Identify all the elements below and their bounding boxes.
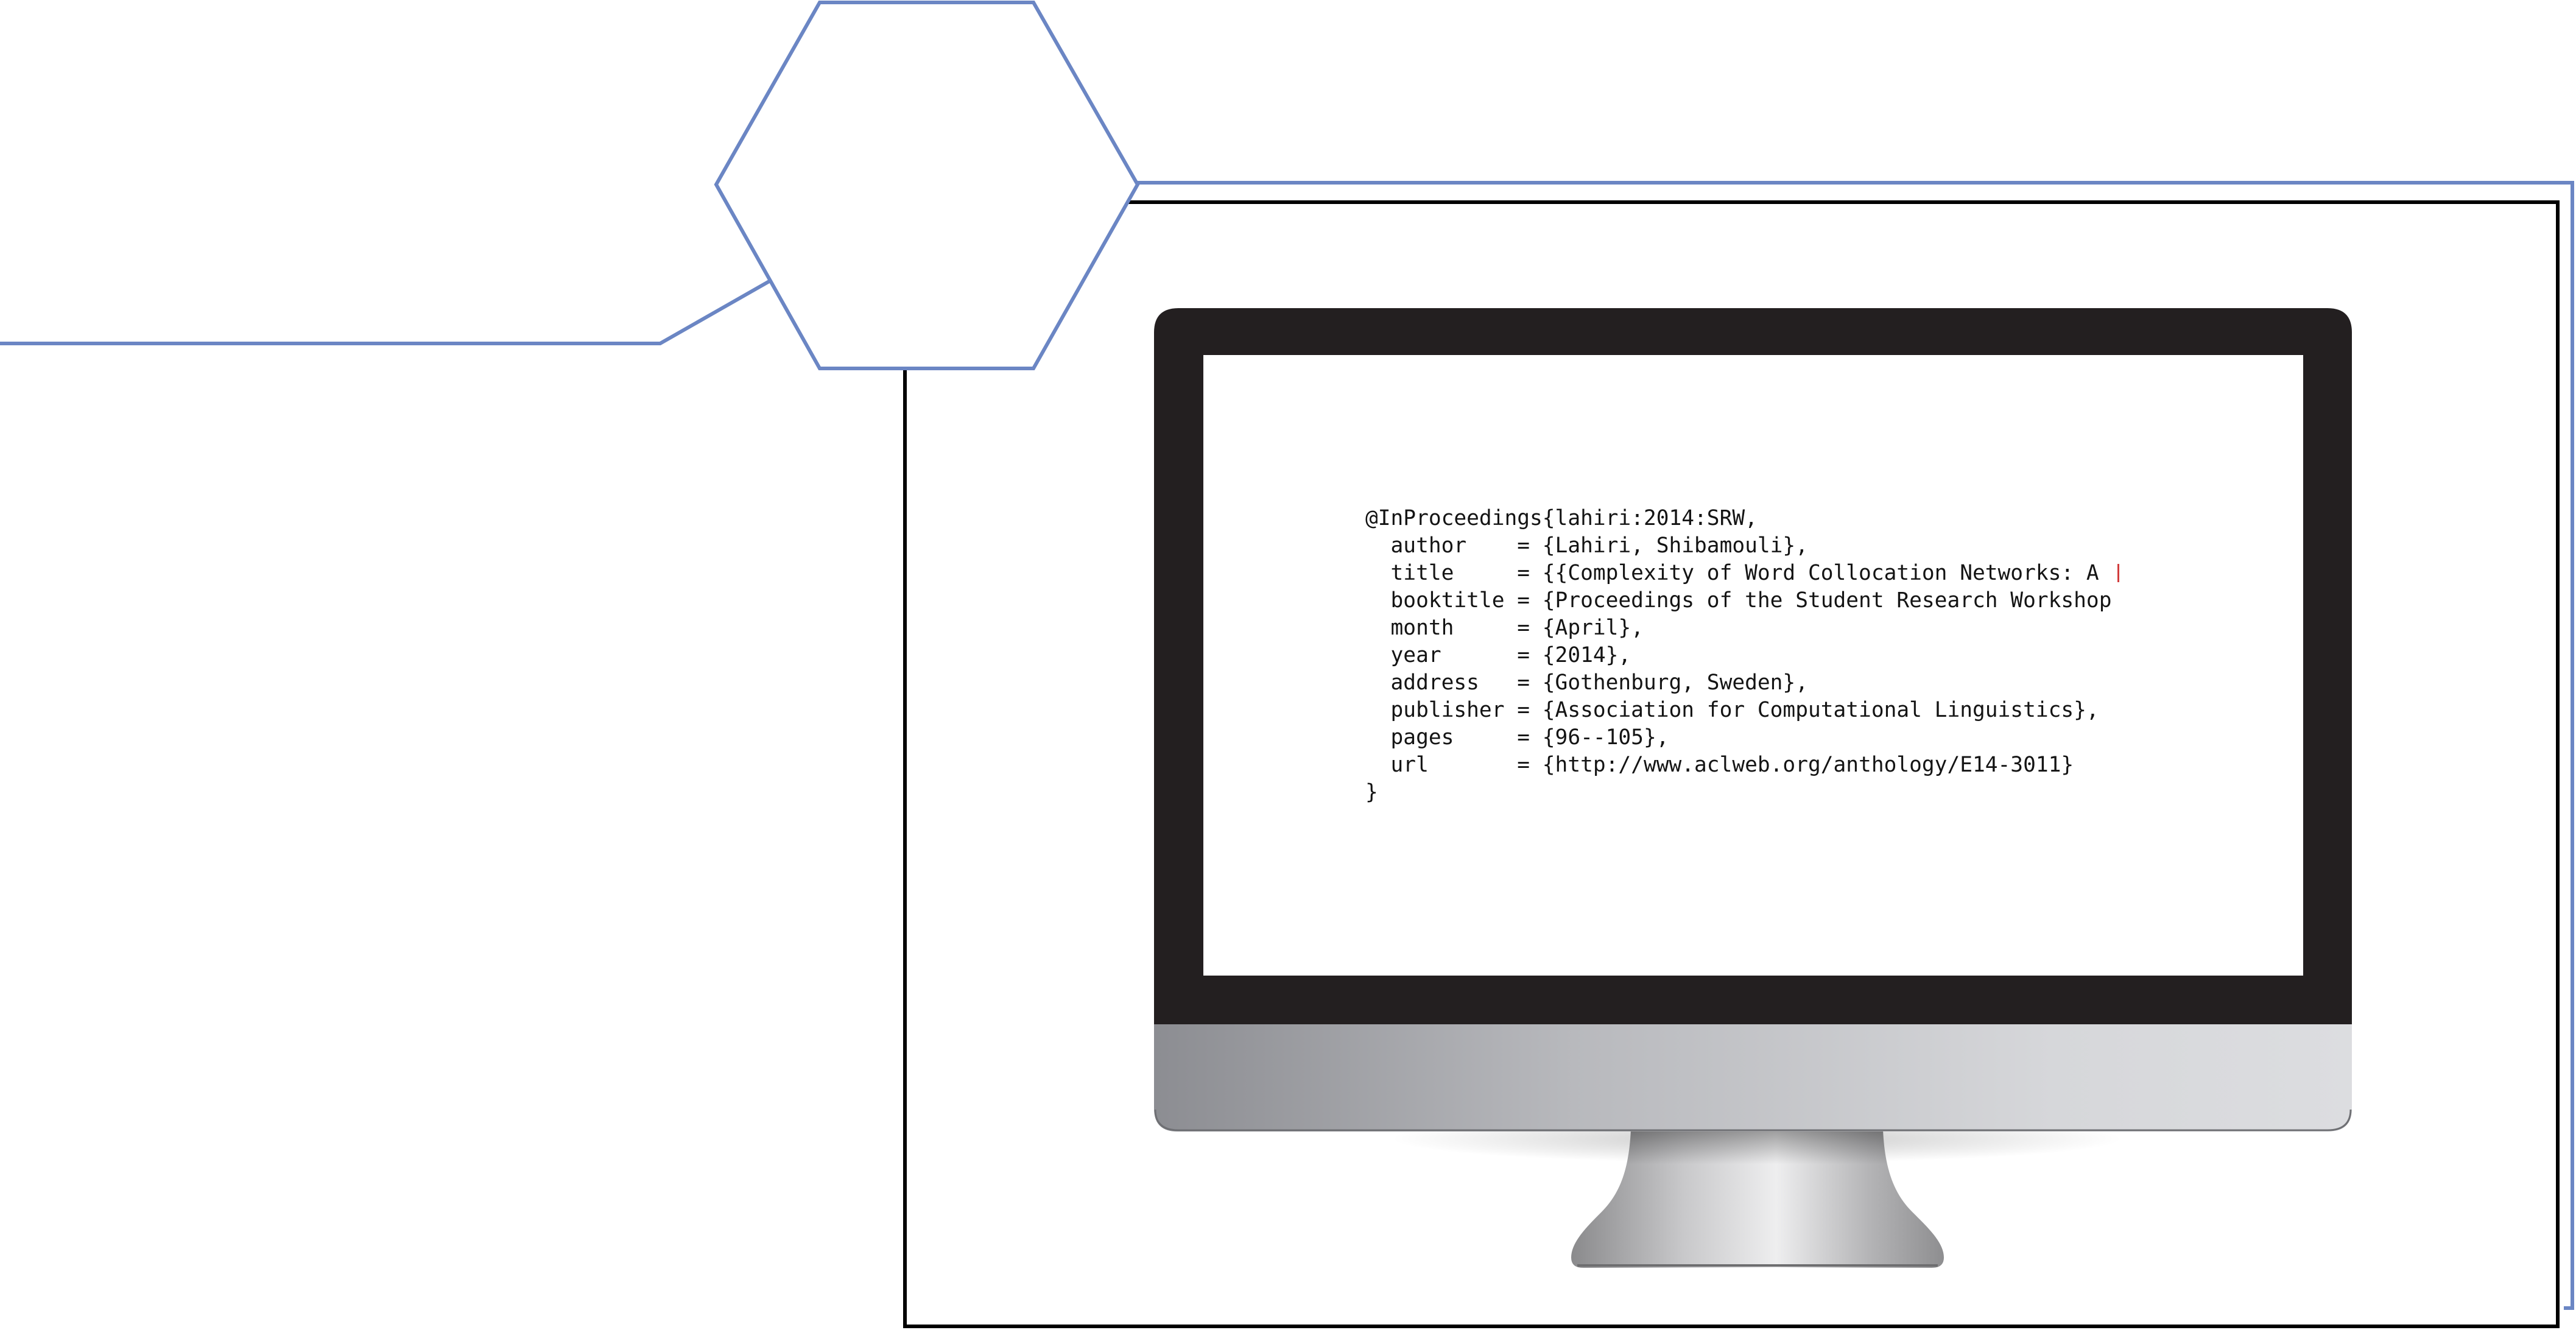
bibtex-line: author = {Lahiri, Shibamouli}, [1365,533,1808,558]
bibtex-line: } [1365,780,1378,804]
bibtex-line: address = {Gothenburg, Sweden}, [1365,670,1808,695]
bibtex-citation: @InProceedings{lahiri:2014:SRW, author =… [1365,505,2120,806]
text-cursor-icon [2117,564,2120,582]
monitor-screen: @InProceedings{lahiri:2014:SRW, author =… [1203,355,2303,976]
page-canvas: @InProceedings{lahiri:2014:SRW, author =… [0,0,2576,1330]
bibtex-line: pages = {96--105}, [1365,725,1669,750]
bibtex-line-text: title = {{Complexity of Word Collocation… [1365,561,2112,585]
bibtex-line: booktitle = {Proceedings of the Student … [1365,588,2112,613]
bibtex-line: year = {2014}, [1365,643,1631,667]
bibtex-line: url = {http://www.aclweb.org/anthology/E… [1365,753,2074,777]
bibtex-line: title = {{Complexity of Word Collocation… [1365,560,2120,587]
connector-line [0,280,770,345]
monitor-chin [1154,1024,2352,1131]
bibtex-line: month = {April}, [1365,616,1644,640]
bibtex-line: publisher = {Association for Computation… [1365,698,2099,722]
bibtex-line: @InProceedings{lahiri:2014:SRW, [1365,506,1758,530]
